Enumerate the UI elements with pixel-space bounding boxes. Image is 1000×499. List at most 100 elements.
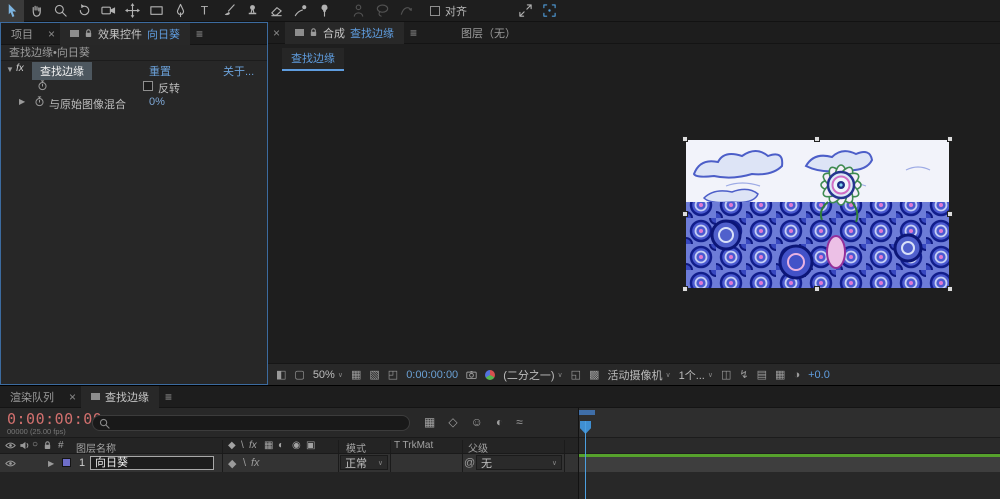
brush-tool[interactable] [216, 0, 240, 22]
mini-flowchart-icon[interactable]: ▦ [424, 415, 435, 429]
pan-behind-tool[interactable] [120, 0, 144, 22]
exposure-gauge-icon[interactable]: ◑ [793, 369, 800, 381]
hide-shy-icon[interactable]: ☺ [471, 415, 483, 429]
selection-handle[interactable] [682, 136, 688, 142]
parent-pickwhip-icon[interactable]: @ [464, 457, 475, 469]
fast-previews-icon[interactable]: ↯ [739, 368, 748, 381]
search-field[interactable] [92, 415, 410, 431]
close-panel-icon[interactable]: × [43, 27, 60, 41]
safe-margins-icon[interactable]: ◰ [388, 368, 398, 381]
camera-tool[interactable] [96, 0, 120, 22]
transparency-grid-icon[interactable]: ▩ [589, 368, 599, 381]
selection-handle[interactable] [682, 286, 688, 292]
view-layout-select[interactable]: 1个... ∨ [679, 367, 713, 383]
selection-handle[interactable] [814, 286, 820, 292]
snap-checkbox[interactable] [430, 5, 440, 16]
zoom-tool[interactable] [48, 0, 72, 22]
expand-icon[interactable] [513, 0, 537, 22]
fx-switch[interactable]: fx [251, 457, 260, 469]
magnification-select[interactable]: 50% ∨ [313, 369, 343, 381]
selection-handle[interactable] [814, 136, 820, 142]
trkmat-column-header[interactable]: T TrkMat [394, 440, 433, 451]
composition-canvas[interactable] [682, 136, 953, 292]
twirl-right-icon[interactable]: ▶ [19, 97, 25, 106]
rectangle-tool[interactable] [144, 0, 168, 22]
index-column-header[interactable]: # [58, 440, 64, 451]
timeline-track-area[interactable] [578, 408, 1000, 499]
fx-badge[interactable]: fx [16, 63, 24, 74]
reset-link[interactable]: 重置 [149, 63, 171, 79]
pen-tool[interactable] [168, 0, 192, 22]
snapshot-icon[interactable] [466, 369, 477, 380]
blend-mode-select[interactable]: 正常 ∨ [340, 455, 388, 470]
layer-track[interactable] [579, 454, 1000, 472]
tab-timeline-comp[interactable]: 查找边缘 [81, 385, 160, 408]
panel-menu-icon[interactable]: ≡ [404, 26, 423, 40]
timeline-button-icon[interactable]: ▤ [757, 368, 767, 381]
timecode[interactable]: 0:00:00:00 [7, 410, 102, 428]
composition-viewer[interactable]: 查找边缘 [268, 44, 1000, 363]
eye-icon[interactable] [5, 458, 16, 469]
pixel-aspect-icon[interactable]: ◫ [721, 368, 731, 381]
lock-icon[interactable] [84, 28, 93, 39]
close-panel-icon[interactable]: × [64, 390, 81, 404]
region-of-interest-icon[interactable] [537, 0, 561, 22]
tab-layer[interactable]: 图层（无） [451, 22, 526, 44]
flowchart-icon[interactable]: ▦ [775, 368, 785, 381]
selection-tool[interactable] [0, 0, 24, 22]
selection-handle[interactable] [947, 136, 953, 142]
hand-tool[interactable] [24, 0, 48, 22]
layer-row[interactable]: ▶ 1 向日葵 ◆ \ fx 正常 ∨ @ 无 ∨ [0, 454, 578, 472]
roto-brush-tool[interactable] [288, 0, 312, 22]
layer-name-box[interactable]: 向日葵 [90, 456, 214, 470]
mode-column-header[interactable]: 模式 [346, 440, 366, 455]
motion-blur-icon[interactable]: ◐ [496, 415, 503, 429]
grid-guides-icon[interactable]: ▦ [351, 368, 361, 381]
puppet-pin-tool[interactable] [312, 0, 336, 22]
twirl-right-icon[interactable]: ▶ [48, 459, 54, 468]
layer-duration-bar[interactable] [579, 454, 1000, 457]
eraser-tool[interactable] [264, 0, 288, 22]
graph-editor-icon[interactable]: ≈ [516, 415, 523, 429]
rotate-tool[interactable] [72, 0, 96, 22]
tab-effect-controls[interactable]: 效果控件 向日葵 [60, 22, 191, 45]
layer-name-column-header[interactable]: 图层名称 [76, 440, 116, 455]
clone-stamp-tool[interactable] [240, 0, 264, 22]
blend-value[interactable]: 0% [149, 96, 165, 108]
lock-icon[interactable] [309, 27, 318, 38]
primary-viewer-icon[interactable]: ▢ [294, 368, 304, 381]
type-tool[interactable]: T [192, 0, 216, 22]
stopwatch-icon[interactable] [34, 96, 45, 107]
work-area-marker[interactable] [579, 410, 595, 415]
selection-handle[interactable] [947, 211, 953, 217]
tab-project[interactable]: 项目 [1, 23, 43, 45]
parent-column-header[interactable]: 父级 [468, 440, 488, 455]
selection-handle[interactable] [947, 286, 953, 292]
exposure-value[interactable]: +0.0 [808, 369, 830, 381]
stopwatch-icon[interactable] [37, 80, 48, 91]
panel-menu-icon[interactable]: ≡ [159, 390, 178, 404]
playhead-line[interactable] [585, 421, 586, 499]
close-panel-icon[interactable]: × [268, 26, 285, 40]
current-time[interactable]: 0:00:00:00 [406, 369, 458, 381]
tab-composition[interactable]: 合成 查找边缘 [285, 21, 405, 44]
draft-3d-icon[interactable]: ◇ [448, 415, 457, 429]
selection-handle[interactable] [682, 211, 688, 217]
twirl-down-icon[interactable]: ▼ [6, 65, 14, 74]
collapse-switch[interactable]: \ [243, 457, 246, 469]
invert-checkbox[interactable] [143, 81, 153, 91]
roi-icon[interactable]: ◱ [571, 368, 581, 381]
mask-visibility-icon[interactable]: ▧ [369, 368, 379, 381]
tab-render-queue[interactable]: 渲染队列 [0, 386, 64, 408]
panel-menu-icon[interactable]: ≡ [190, 27, 209, 41]
snap-toggle[interactable]: 对齐 [430, 3, 467, 19]
camera-view-select[interactable]: 活动摄像机 ∨ [607, 367, 670, 383]
time-ruler[interactable] [579, 408, 1000, 438]
layer-color-swatch[interactable] [62, 458, 71, 467]
resolution-select[interactable]: (二分之一) ∨ [503, 367, 562, 383]
parent-select[interactable]: 无 ∨ [476, 455, 562, 470]
show-channel-icon[interactable] [485, 369, 496, 380]
about-link[interactable]: 关于... [223, 63, 254, 79]
current-time-display[interactable]: 0:00:00:00 00000 (25.00 fps) [7, 410, 102, 436]
comp-breadcrumb[interactable]: 查找边缘 [282, 48, 344, 71]
